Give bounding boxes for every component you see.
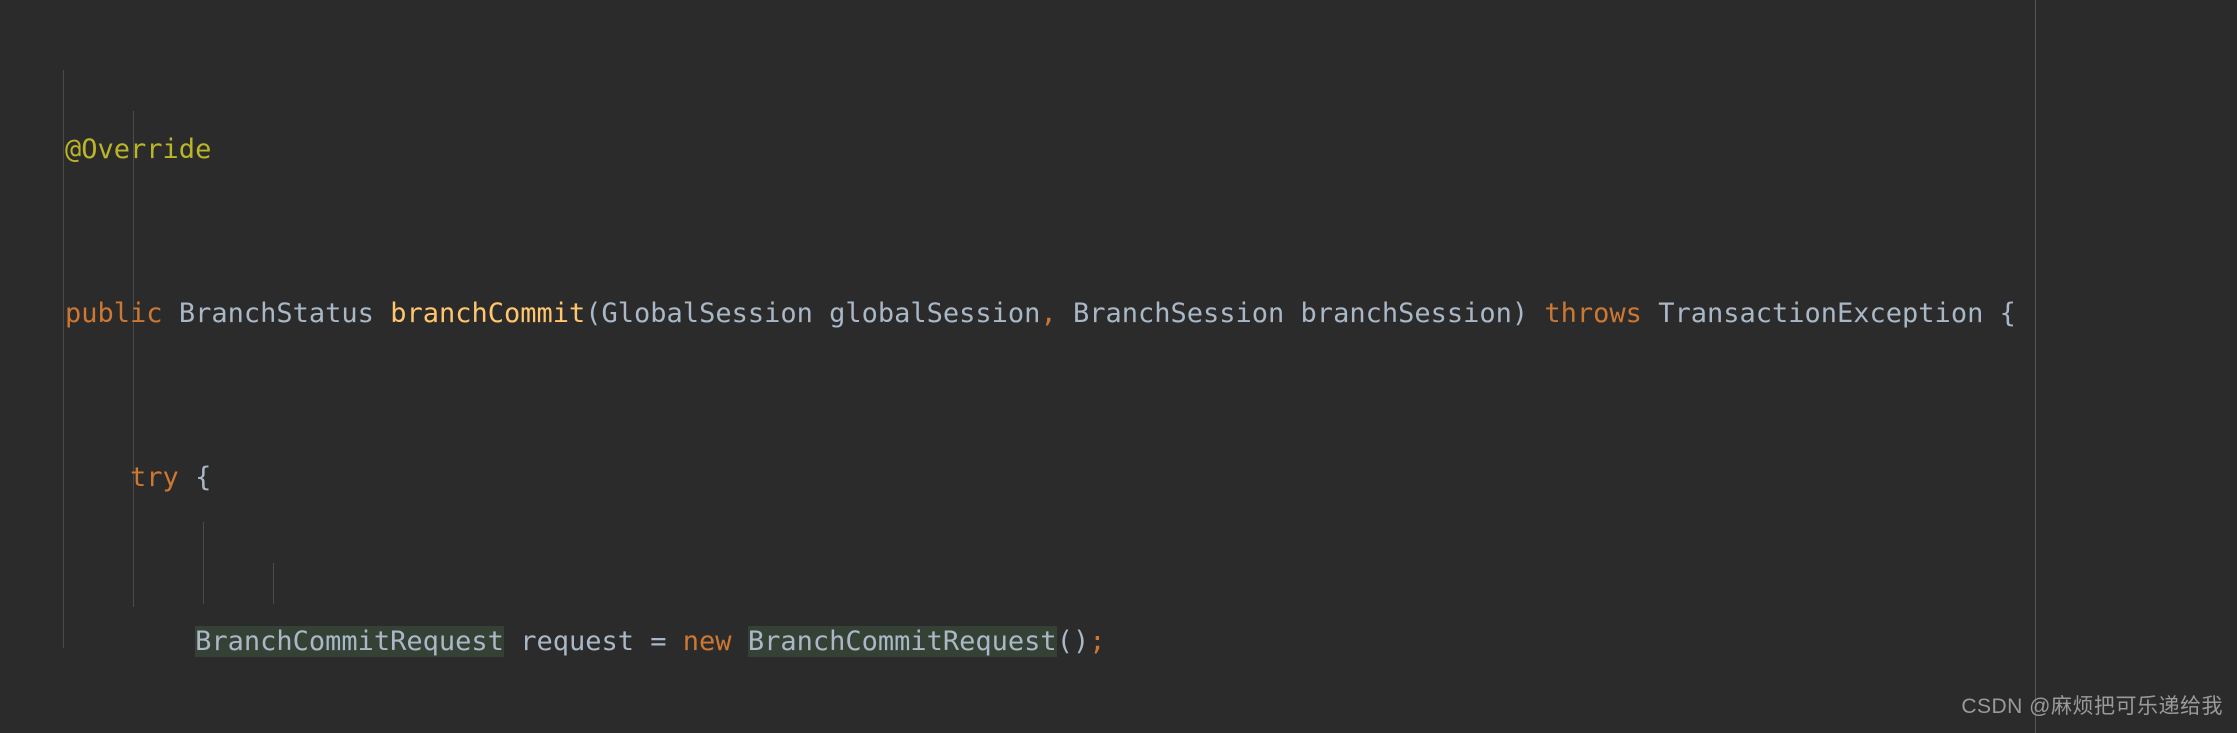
- method-branchcommit: branchCommit: [390, 298, 586, 329]
- code-line[interactable]: BranchCommitRequest request = new Branch…: [0, 621, 2016, 662]
- type-branchstatus: BranchStatus: [178, 298, 374, 329]
- keyword-try: try: [130, 462, 179, 493]
- type-branchsession: BranchSession: [1072, 298, 1285, 329]
- code-line[interactable]: @Override: [0, 129, 2016, 170]
- keyword-throws: throws: [1544, 298, 1642, 329]
- code-line[interactable]: try {: [0, 457, 2016, 498]
- watermark-text: CSDN @麻烦把可乐递给我: [1961, 695, 2223, 718]
- type-branchcommitrequest-highlighted[interactable]: BranchCommitRequest: [747, 626, 1057, 657]
- code-line[interactable]: public BranchStatus branchCommit(GlobalS…: [0, 293, 2016, 334]
- annotation-override: @Override: [0, 134, 212, 165]
- code-content[interactable]: @Override public BranchStatus branchComm…: [0, 6, 2016, 733]
- right-margin-guide: [2035, 0, 2036, 733]
- type-globalsession: GlobalSession: [601, 298, 813, 329]
- keyword-new: new: [682, 626, 732, 657]
- type-branchcommitrequest-highlighted[interactable]: BranchCommitRequest: [195, 626, 504, 657]
- keyword-public: public: [65, 298, 163, 329]
- type-transactionexception: TransactionException: [1658, 298, 1984, 329]
- code-editor-pane[interactable]: @Override public BranchStatus branchComm…: [0, 0, 2237, 733]
